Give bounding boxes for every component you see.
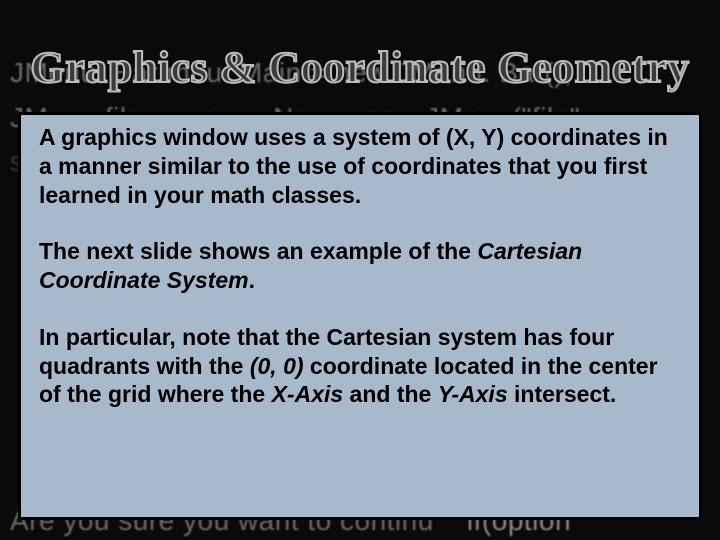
x-axis-term: X-Axis	[272, 381, 344, 407]
origin-coord-term: (0, 0)	[250, 353, 304, 379]
slide: JMenu. Bar mnu. Main = new JMenu. Bar();…	[0, 0, 720, 540]
y-axis-term: Y-Axis	[438, 381, 508, 407]
paragraph-2: The next slide shows an example of the C…	[39, 237, 681, 295]
text: .	[249, 267, 255, 293]
text: intersect.	[508, 381, 617, 407]
paragraph-1: A graphics window uses a system of (X, Y…	[39, 123, 681, 209]
slide-title: Graphics & Coordinate Geometry	[0, 42, 720, 93]
text: The next slide shows an example of the	[39, 238, 477, 264]
paragraph-3: In particular, note that the Cartesian s…	[39, 323, 681, 409]
content-box: A graphics window uses a system of (X, Y…	[18, 112, 702, 520]
text: and the	[343, 381, 438, 407]
